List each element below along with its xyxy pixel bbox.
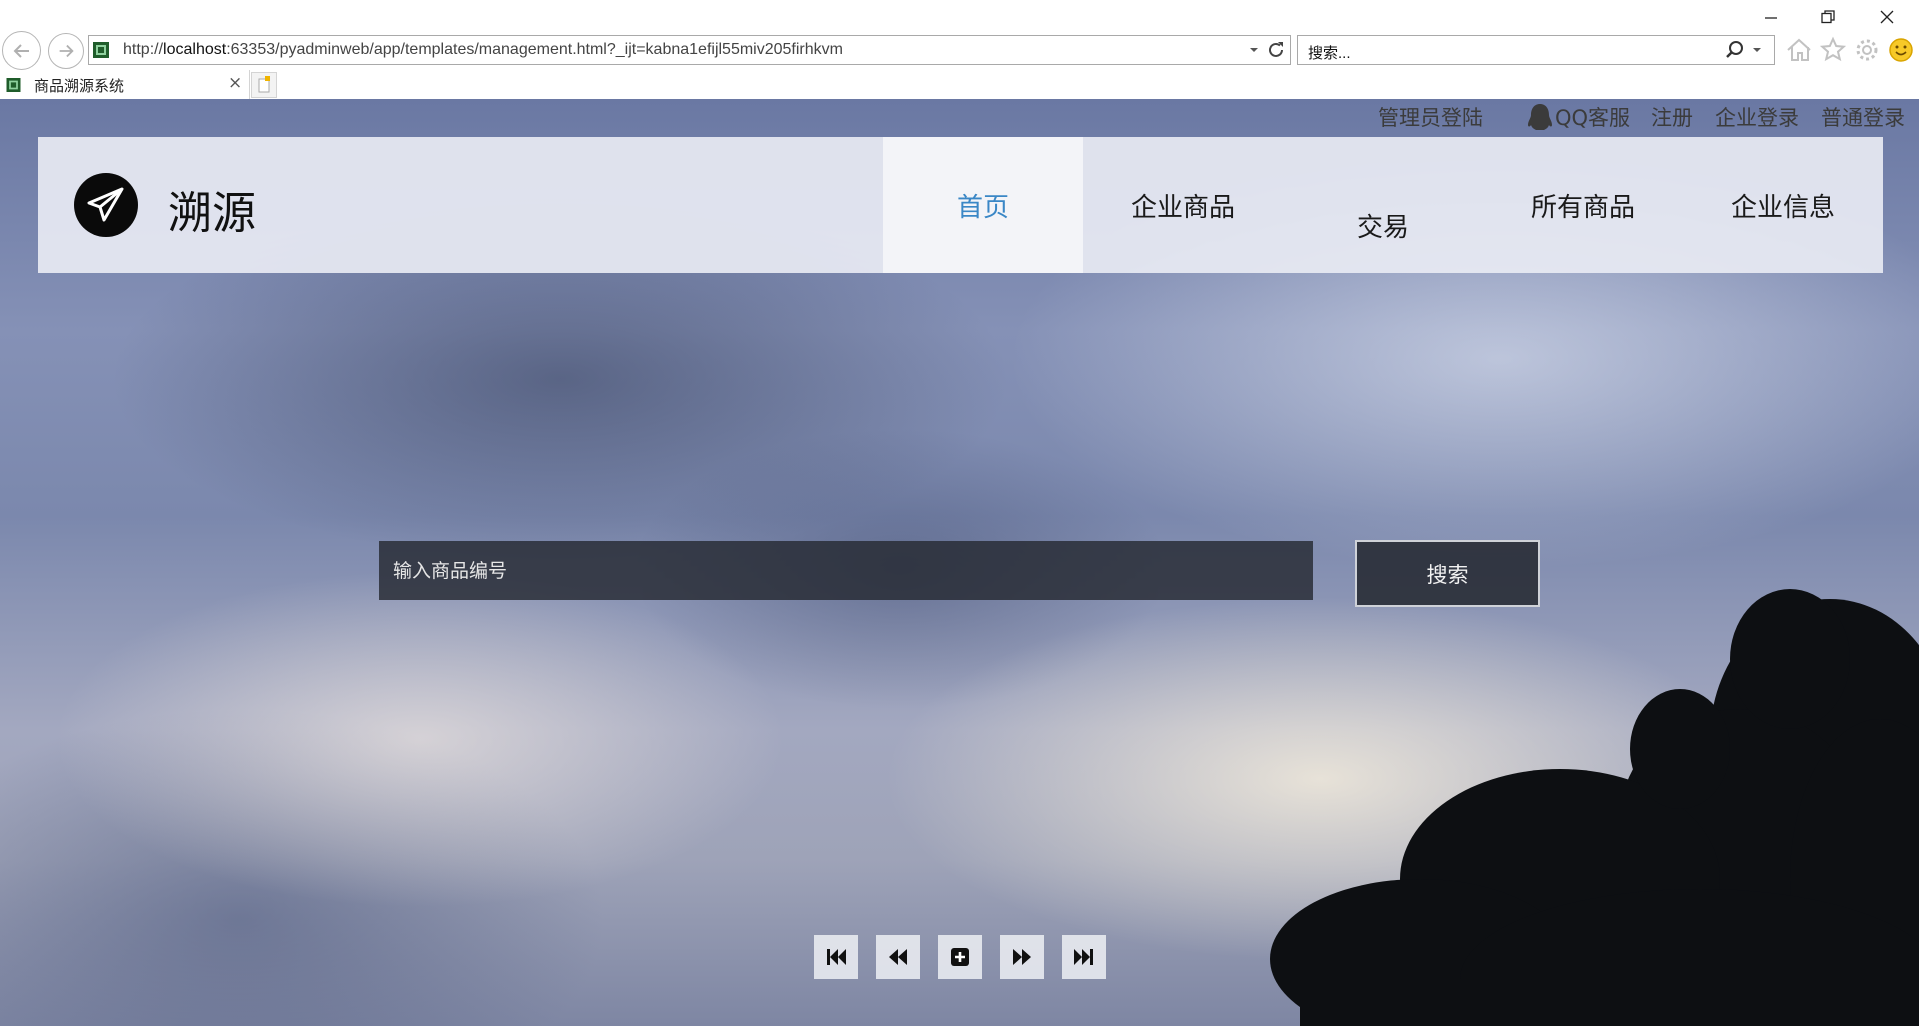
feedback-smiley-icon[interactable]: [1887, 36, 1915, 64]
main-nav-bar: 溯源 首页 企业商品 交易 所有商品 企业信息: [38, 137, 1883, 273]
close-window-button[interactable]: [1870, 6, 1904, 30]
refresh-icon[interactable]: [1265, 39, 1287, 61]
nav-trade-label: 交易: [1356, 213, 1409, 243]
plus-icon: [951, 948, 969, 966]
fast-forward-icon: [1013, 949, 1031, 965]
skip-first-icon: [827, 949, 846, 965]
minimize-icon: [1765, 17, 1777, 19]
back-arrow-icon: [13, 44, 29, 58]
nav-enterprise-info-label: 企业信息: [1730, 193, 1835, 223]
normal-login-link[interactable]: 普通登录: [1821, 102, 1905, 132]
add-button[interactable]: [938, 935, 982, 979]
home-icon[interactable]: [1785, 36, 1813, 64]
tab-bar: 商品溯源系统 ×: [0, 70, 1919, 99]
skip-last-icon: [1074, 949, 1093, 965]
nav-enterprise-info[interactable]: 企业信息: [1683, 137, 1883, 273]
admin-login-link[interactable]: 管理员登陆: [1378, 102, 1483, 132]
search-button[interactable]: 搜索: [1355, 540, 1540, 607]
forward-button[interactable]: [48, 33, 84, 69]
goods-id-input[interactable]: [379, 541, 1313, 600]
nav-home-label: 首页: [956, 193, 1009, 223]
close-icon: [1880, 10, 1894, 24]
paper-plane-icon: [87, 187, 124, 222]
nav-enterprise-goods-label: 企业商品: [1130, 193, 1235, 223]
skip-last-button[interactable]: [1062, 935, 1106, 979]
page-favicon-icon: [93, 42, 109, 58]
rewind-icon: [889, 949, 907, 965]
new-tab-icon: [258, 76, 270, 93]
new-tab-button[interactable]: [251, 72, 277, 98]
nav-home[interactable]: 首页: [883, 137, 1083, 273]
qq-penguin-icon: [1528, 104, 1552, 130]
logo[interactable]: [74, 173, 138, 237]
search-dropdown-icon[interactable]: [1750, 40, 1764, 60]
nav-trade[interactable]: 交易: [1283, 137, 1483, 273]
favorites-star-icon[interactable]: [1819, 36, 1847, 64]
tab-title: 商品溯源系统: [34, 77, 125, 95]
rewind-button[interactable]: [876, 935, 920, 979]
page-viewport: 管理员登陆 QQ客服 注册 企业登录 普通登录 溯源 首页 企业商品 交易 所有…: [0, 99, 1919, 1026]
top-links: 管理员登陆 QQ客服 注册 企业登录 普通登录: [0, 102, 1919, 132]
tab-favicon-icon: [6, 78, 21, 92]
restore-button[interactable]: [1811, 6, 1845, 30]
fast-forward-button[interactable]: [1000, 935, 1044, 979]
nav-all-goods-label: 所有商品: [1530, 193, 1635, 223]
address-dropdown-icon[interactable]: [1247, 40, 1261, 60]
register-link[interactable]: 注册: [1651, 102, 1693, 132]
search-icon[interactable]: [1724, 39, 1746, 61]
nav-enterprise-goods[interactable]: 企业商品: [1083, 137, 1283, 273]
skip-first-button[interactable]: [814, 935, 858, 979]
url-text[interactable]: http://localhost:63353/pyadminweb/app/te…: [123, 41, 843, 59]
forward-arrow-icon: [59, 44, 74, 58]
back-button[interactable]: [2, 31, 41, 70]
restore-icon: [1821, 10, 1835, 24]
browser-chrome: http://localhost:63353/pyadminweb/app/te…: [0, 0, 1919, 99]
nav-all-goods[interactable]: 所有商品: [1483, 137, 1683, 273]
minimize-button[interactable]: [1754, 6, 1788, 30]
tab-close-icon[interactable]: ×: [228, 73, 242, 93]
qq-service-link[interactable]: QQ客服: [1555, 102, 1630, 132]
tab-active[interactable]: 商品溯源系统 ×: [0, 70, 250, 99]
settings-gear-icon[interactable]: [1853, 36, 1881, 64]
enterprise-login-link[interactable]: 企业登录: [1715, 102, 1799, 132]
address-bar[interactable]: http://localhost:63353/pyadminweb/app/te…: [88, 35, 1291, 65]
browser-search-placeholder: 搜索...: [1308, 45, 1351, 62]
browser-search-box[interactable]: 搜索...: [1297, 35, 1775, 65]
brand-name[interactable]: 溯源: [168, 177, 256, 241]
